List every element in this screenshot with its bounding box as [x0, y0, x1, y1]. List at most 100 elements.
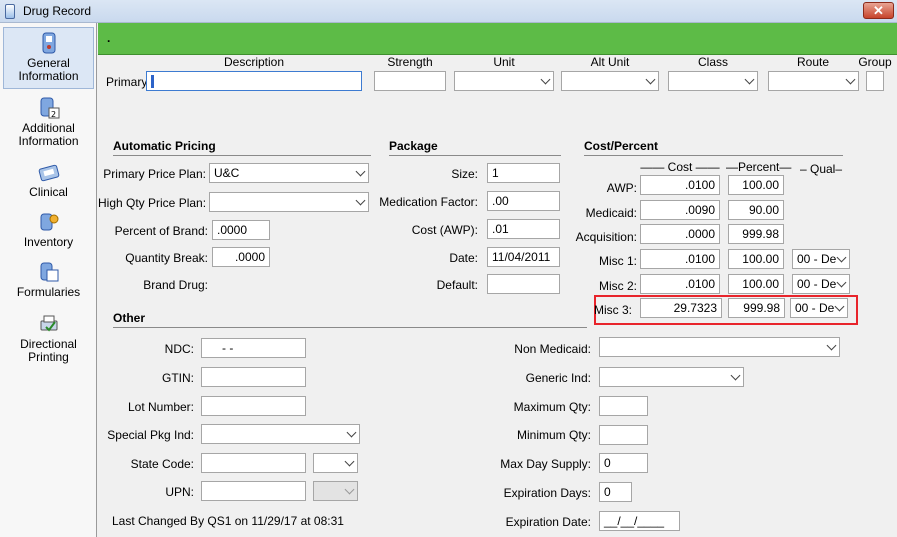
awp-cost-input[interactable]: .0100 [640, 175, 720, 195]
ndc-label: NDC: [164, 342, 194, 356]
sidebar-item-label: Information [18, 69, 79, 83]
sidebar-item-clinical[interactable]: Clinical [3, 161, 94, 199]
size-input[interactable]: 1 [487, 163, 560, 183]
divider [389, 155, 561, 156]
last-changed-text: Last Changed By QS1 on 11/29/17 at 08:31 [112, 514, 344, 528]
package-date-label: Date: [449, 251, 478, 265]
non-medicaid-label: Non Medicaid: [514, 342, 591, 356]
chevron-down-icon [834, 301, 845, 312]
generic-ind-select[interactable] [599, 367, 744, 387]
chevron-down-icon [826, 340, 837, 351]
primary-price-plan-label: Primary Price Plan: [103, 167, 206, 181]
cost-awp-input[interactable]: .01 [487, 219, 560, 239]
gtin-input[interactable] [201, 367, 306, 387]
column-header-unit: Unit [493, 55, 515, 69]
header-bar-text: . [107, 31, 111, 45]
primary-price-plan-select[interactable]: U&C [209, 163, 369, 183]
upn-select [313, 481, 358, 501]
non-medicaid-select[interactable] [599, 337, 840, 357]
max-day-supply-label: Max Day Supply: [500, 457, 591, 471]
sidebar-item-directional-printing[interactable]: Directional Printing [3, 313, 94, 364]
cost-percent-title: Cost/Percent [584, 139, 659, 153]
expiration-days-label: Expiration Days: [503, 486, 591, 500]
percent-of-brand-label: Percent of Brand: [114, 224, 208, 238]
expiration-date-input[interactable]: __/__/____ [599, 511, 680, 531]
state-code-input[interactable] [201, 453, 306, 473]
misc2-label: Misc 2: [598, 279, 637, 293]
medicaid-cost-input[interactable]: .0090 [640, 200, 720, 220]
group-input[interactable] [866, 71, 884, 91]
title-bar: Drug Record ✕ [0, 0, 897, 23]
special-pkg-ind-select[interactable] [201, 424, 360, 444]
package-date-input[interactable]: 11/04/2011 [487, 247, 560, 267]
misc3-cost-input[interactable]: 29.7323 [640, 298, 722, 318]
minimum-qty-label: Minimum Qty: [516, 428, 591, 442]
divider [113, 155, 371, 156]
expiration-days-input[interactable]: 0 [599, 482, 632, 502]
misc2-cost-input[interactable]: .0100 [640, 274, 720, 294]
column-header-strength: Strength [387, 55, 433, 69]
column-header-class: Class [697, 55, 728, 69]
sidebar-item-general-information[interactable]: General Information [3, 27, 94, 89]
sidebar-item-inventory[interactable]: Inventory [3, 211, 94, 249]
awp-percent-input[interactable]: 100.00 [728, 175, 784, 195]
svg-text:2: 2 [51, 110, 56, 119]
sidebar-item-label: Printing [28, 350, 69, 364]
close-button[interactable]: ✕ [863, 2, 894, 19]
alt-unit-select[interactable] [561, 71, 659, 91]
app-icon [5, 4, 15, 19]
maximum-qty-input[interactable] [599, 396, 648, 416]
additional-info-icon: 2 [40, 97, 59, 119]
misc1-cost-input[interactable]: .0100 [640, 249, 720, 269]
divider [584, 155, 843, 156]
expiration-date-label: Expiration Date: [505, 515, 591, 529]
chevron-down-icon [344, 456, 355, 467]
brand-drug-label: Brand Drug: [143, 278, 208, 292]
directional-printing-icon [40, 315, 57, 332]
sidebar-item-label: Clinical [29, 185, 68, 199]
default-input[interactable] [487, 274, 560, 294]
cost-awp-label: Cost (AWP): [411, 223, 478, 237]
chevron-down-icon [344, 484, 355, 495]
sidebar-item-label: Inventory [23, 235, 74, 249]
gtin-label: GTIN: [162, 371, 194, 385]
minimum-qty-input[interactable] [599, 425, 648, 445]
misc2-percent-input[interactable]: 100.00 [728, 274, 784, 294]
acquisition-cost-input[interactable]: .0000 [640, 224, 720, 244]
chevron-down-icon [730, 370, 741, 381]
lot-number-label: Lot Number: [127, 400, 194, 414]
misc1-percent-input[interactable]: 100.00 [728, 249, 784, 269]
lot-number-input[interactable] [201, 396, 306, 416]
other-title: Other [113, 311, 146, 325]
main-panel: . Description Strength Unit Alt Unit Cla… [98, 23, 897, 537]
awp-label: AWP: [606, 181, 637, 195]
chevron-down-icon [346, 427, 357, 438]
acquisition-percent-input[interactable]: 999.98 [728, 224, 784, 244]
sidebar-item-additional-information[interactable]: 2 Additional Information [3, 97, 94, 148]
strength-input[interactable] [374, 71, 446, 91]
misc3-percent-input[interactable]: 999.98 [728, 298, 785, 318]
chevron-down-icon [645, 74, 656, 85]
misc3-qual-select[interactable]: 00 - De [790, 298, 848, 318]
unit-select[interactable] [454, 71, 554, 91]
text-cursor [151, 75, 154, 89]
high-qty-price-plan-label: High Qty Price Plan: [98, 196, 207, 210]
route-select[interactable] [768, 71, 859, 91]
misc1-qual-select[interactable]: 00 - De [792, 249, 850, 269]
class-select[interactable] [668, 71, 758, 91]
high-qty-price-plan-select[interactable] [209, 192, 369, 212]
size-label: Size: [451, 167, 478, 181]
misc2-qual-select[interactable]: 00 - De [792, 274, 850, 294]
medication-factor-input[interactable]: .00 [487, 191, 560, 211]
medicaid-percent-input[interactable]: 90.00 [728, 200, 784, 220]
percent-of-brand-input[interactable]: .0000 [212, 220, 270, 240]
quantity-break-input[interactable]: .0000 [212, 247, 270, 267]
sidebar-item-label: Formularies [16, 285, 81, 299]
upn-input[interactable] [201, 481, 306, 501]
state-code-select[interactable] [313, 453, 358, 473]
max-day-supply-input[interactable]: 0 [599, 453, 648, 473]
description-input[interactable] [146, 71, 362, 91]
sidebar-item-formularies[interactable]: Formularies [3, 261, 94, 299]
special-pkg-ind-label: Special Pkg Ind: [107, 428, 194, 442]
ndc-input[interactable]: - - [201, 338, 306, 358]
